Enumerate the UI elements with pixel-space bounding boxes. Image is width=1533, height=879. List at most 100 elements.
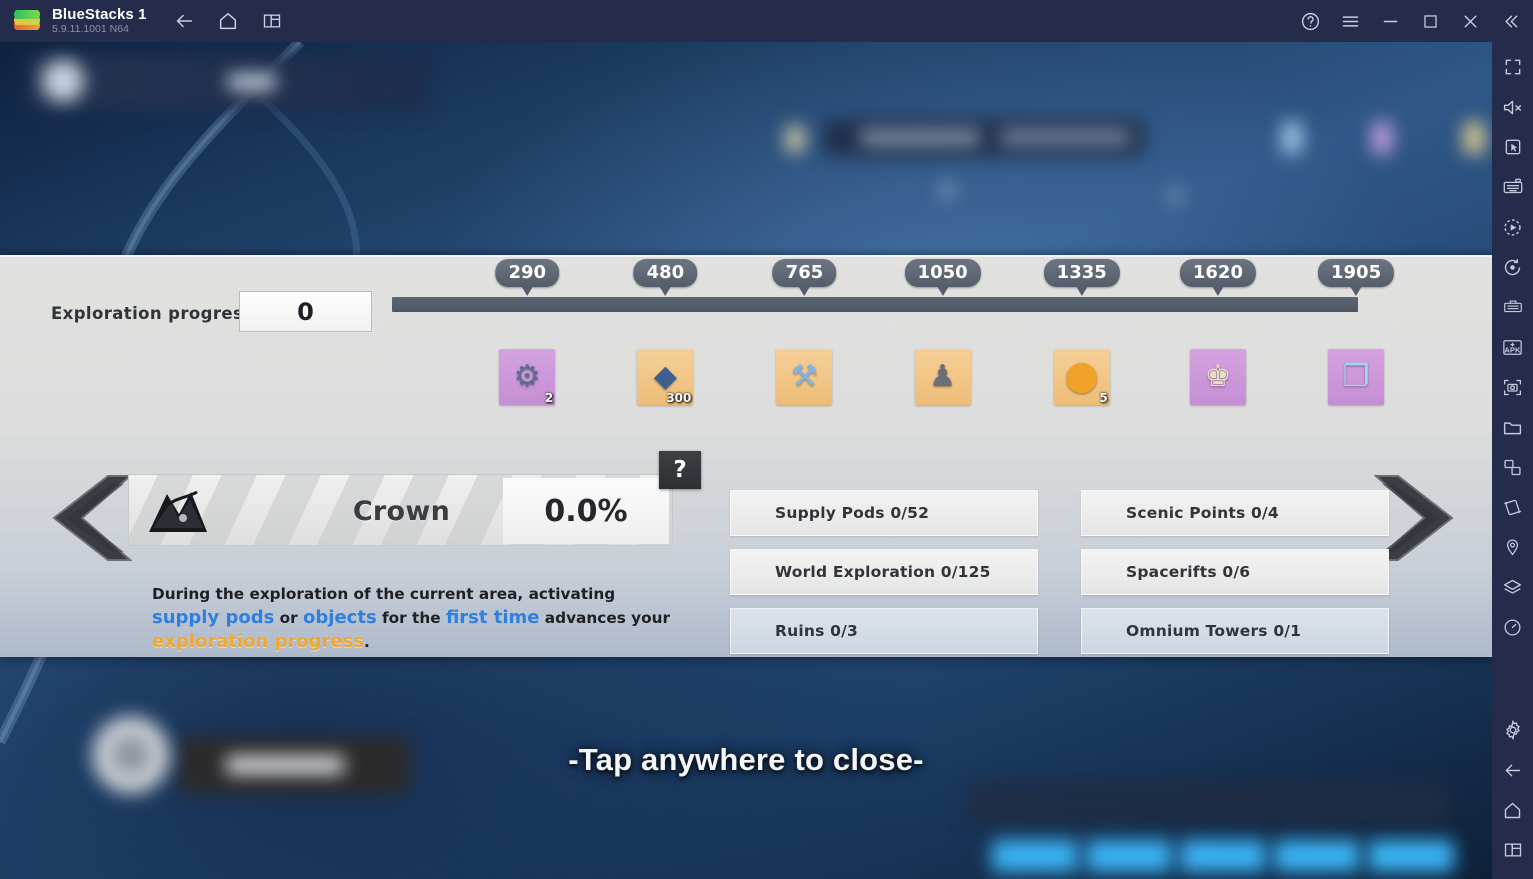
desc-first-time: first time [445,607,540,628]
windows-icon [1504,843,1521,857]
milestone-node[interactable]: 1335 [1043,259,1120,296]
apk-icon: APK [1503,339,1522,355]
close-button[interactable] [1455,6,1485,36]
milestone-reward[interactable]: ⬤ 5 [1053,349,1110,405]
home-button[interactable] [213,6,243,36]
mute-button[interactable] [1496,90,1530,124]
fullscreen-button[interactable] [1496,50,1530,84]
screenshot-button[interactable] [1496,370,1530,404]
milestone-value: 1335 [1043,259,1120,287]
back-button[interactable] [169,6,199,36]
exploration-progress-value-box: 0 [239,291,372,332]
app-title-block: BlueStacks 1 5.9.11.1001 N64 [52,6,147,36]
location-button[interactable] [1496,530,1530,564]
region-help-button[interactable]: ? [659,451,701,489]
play-record-icon [1504,218,1521,236]
android-back-button[interactable] [1496,753,1530,787]
milestone-reward[interactable]: ❐ [1328,349,1385,405]
milestone-reward[interactable]: ⚙ 2 [499,349,556,405]
android-home-button[interactable] [1496,793,1530,827]
multi-instance-manager-button[interactable] [1496,290,1530,324]
hud-skill-4-blur [1274,840,1360,872]
checklist-item-label: Scenic Points 0/4 [1126,504,1279,522]
camera-icon [1503,379,1522,395]
milestone-reward[interactable]: ⚒ [776,349,833,405]
milestone-reward[interactable]: ♚ [1189,349,1246,405]
milestone-node[interactable]: 1050 [904,259,981,296]
arrow-left-icon [176,14,192,28]
reward-quantity: 5 [1099,391,1108,405]
milestone-pointer [1350,286,1363,296]
desc-end: . [364,633,370,651]
desc-objects: objects [303,607,377,628]
keymapping-button[interactable] [1496,170,1530,204]
minimize-button[interactable] [1375,6,1405,36]
hud-icon-key-blur [786,126,804,152]
checklist-item[interactable]: Supply Pods 0/52 [730,490,1038,536]
milestone-track-bar [392,297,1358,312]
desc-part1: During the exploration of the current ar… [152,585,616,603]
screen-record-button[interactable] [1496,250,1530,284]
app-version: 5.9.11.1001 N64 [52,23,129,36]
milestone-node[interactable]: 290 [495,259,560,296]
checklist-right-column: Scenic Points 0/4 Spacerifts 0/6 Omnium To… [1081,490,1389,667]
milestone-value: 1905 [1318,259,1395,287]
media-manager-button[interactable] [1496,410,1530,444]
record-circle-icon [1504,258,1521,275]
help-button[interactable] [1295,6,1325,36]
desc-exploration-progress: exploration progress [152,631,365,652]
golden-orb-icon: ⬤ [1064,360,1099,393]
region-progress-bar[interactable]: Crown 0.0% [128,474,673,546]
milestone-reward[interactable]: ♟ [914,349,971,405]
title-bar: BlueStacks 1 5.9.11.1001 N64 [0,0,1533,42]
hamburger-icon [1342,15,1358,27]
milestone-pointer [1211,286,1224,296]
region-percent: 0.0% [544,493,628,529]
tap-to-close-label[interactable]: -Tap anywhere to close- [0,742,1492,778]
game-controls-button[interactable] [1496,130,1530,164]
checklist-item[interactable]: Ruins 0/3 [730,608,1038,654]
exploration-progress-label: Exploration progress [51,304,254,323]
multi-instance-button[interactable] [257,6,287,36]
hud-avatar3-blur [1464,122,1484,154]
install-apk-button[interactable]: APK [1496,330,1530,364]
desc-mid3: advances your [539,609,671,627]
minimize-icon [1383,20,1397,22]
milestone-node[interactable]: 1620 [1179,259,1256,296]
android-recents-button[interactable] [1496,833,1530,867]
checklist-item[interactable]: Omnium Towers 0/1 [1081,608,1389,654]
gear-icon [1505,719,1520,741]
game-viewport[interactable]: Exploration progress 0 290 ⚙ 2 480 ◆ 300 765 ⚒ 1… [0,42,1492,879]
shake-button[interactable] [1496,490,1530,524]
checklist-item[interactable]: World Exploration 0/125 [730,549,1038,595]
desc-mid2: for the [376,609,446,627]
chevron-left-icon [52,475,133,561]
cursor-box-icon [1505,139,1520,155]
checklist-item[interactable]: Spacerifts 0/6 [1081,549,1389,595]
titlebar-right-controls [1295,6,1525,36]
menu-button[interactable] [1335,6,1365,36]
milestone-value: 1050 [904,259,981,287]
milestone-node[interactable]: 480 [633,259,698,296]
prev-region-button[interactable] [46,472,133,564]
milestone-node[interactable]: 1905 [1318,259,1395,296]
performance-button[interactable] [1496,610,1530,644]
macro-recorder-button[interactable] [1496,210,1530,244]
settings-button[interactable] [1496,713,1530,747]
keyboard-icon [1503,178,1522,194]
milestone-node[interactable]: 765 [772,259,837,296]
close-icon [1464,15,1476,27]
character-skin-icon: ♚ [1204,360,1232,393]
chevrons-left-icon [1504,15,1517,27]
collapse-sidebar-button[interactable] [1495,6,1525,36]
exploration-progress-panel: Exploration progress 0 290 ⚙ 2 480 ◆ 300 765 ⚒ 1… [0,255,1492,657]
reward-quantity: 2 [544,391,554,405]
rotate-button[interactable] [1496,450,1530,484]
checklist-item[interactable]: Scenic Points 0/4 [1081,490,1389,536]
eco-mode-button[interactable] [1496,570,1530,604]
blue-crystal-icon: ◆ [653,360,677,393]
bluestacks-logo [14,9,40,33]
milestone-reward[interactable]: ◆ 300 [637,349,694,405]
checklist-item-label: Spacerifts 0/6 [1126,563,1251,581]
maximize-button[interactable] [1415,6,1445,36]
